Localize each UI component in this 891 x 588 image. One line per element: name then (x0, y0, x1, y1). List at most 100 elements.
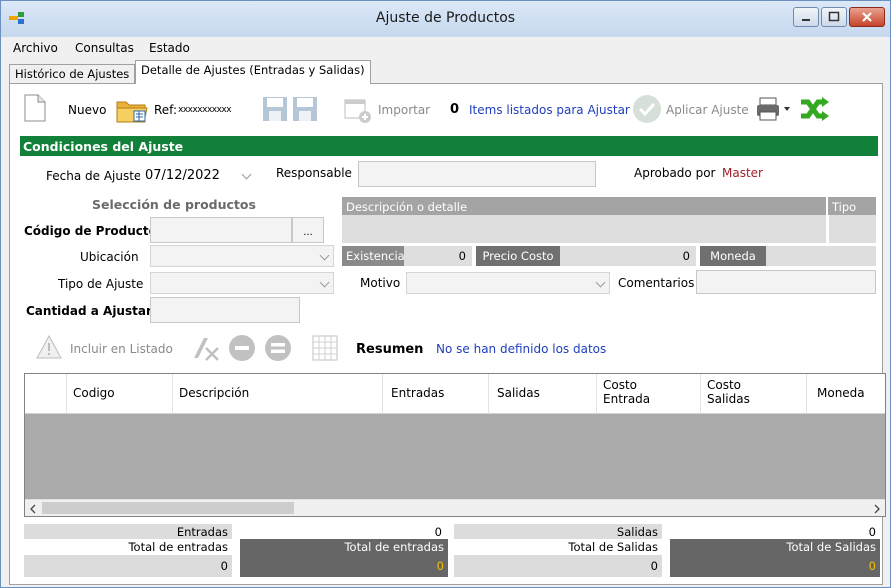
grid-row-header (25, 374, 67, 414)
col-salidas[interactable]: Salidas (489, 374, 597, 414)
total-salidas-value: 0 (454, 555, 662, 577)
seleccion-title: Selección de productos (92, 197, 256, 212)
col-costo-entrada[interactable]: Costo Entrada (597, 374, 701, 414)
ref-value: xxxxxxxxxxx (178, 105, 232, 115)
ubicacion-label: Ubicación (80, 250, 139, 264)
col-entradas-label: Entradas (391, 386, 445, 400)
menu-estado[interactable]: Estado (149, 41, 190, 55)
chevron-down-icon (319, 277, 330, 288)
total-salidas-label: Total de Salidas (568, 540, 658, 554)
comentarios-field[interactable] (696, 270, 876, 294)
toolbar-separator (438, 92, 439, 126)
cantidad-label: Cantidad a Ajustar (26, 304, 152, 318)
motivo-combo[interactable] (406, 272, 610, 294)
col-codigo[interactable]: Codigo (67, 374, 173, 414)
open-folder-icon[interactable] (116, 96, 148, 124)
window: Ajuste de Productos Archivo Consultas Es… (0, 0, 891, 588)
salidas-value: 0 (868, 525, 876, 539)
col-costo-entrada-label: Costo Entrada (603, 378, 651, 406)
aplicar-ajuste-button[interactable]: Aplicar Ajuste (666, 103, 749, 117)
col-moneda[interactable]: Moneda (807, 374, 885, 414)
descripcion-field (342, 215, 826, 243)
items-count: 0 (450, 102, 460, 117)
col-codigo-label: Codigo (73, 386, 115, 400)
col-entradas[interactable]: Entradas (383, 374, 489, 414)
import-icon[interactable] (344, 96, 372, 124)
menu-archivo[interactable]: Archivo (13, 41, 58, 55)
existencia-label: Existencia (342, 246, 405, 266)
incluir-listado-button[interactable]: Incluir en Listado (70, 342, 173, 356)
apply-check-icon[interactable] (632, 94, 662, 124)
tipo-ajuste-label: Tipo de Ajuste (58, 277, 144, 291)
horizontal-scrollbar[interactable] (25, 499, 885, 516)
tab-strip: Histórico de Ajustes Detalle de Ajustes … (1, 59, 890, 84)
toolbar-separator (346, 332, 347, 362)
col-descripcion-label: Descripción (179, 386, 250, 400)
tipo-ajuste-combo[interactable] (150, 272, 334, 294)
remove-circle-icon[interactable] (228, 334, 256, 362)
col-moneda-label: Moneda (817, 386, 865, 400)
col-descripcion[interactable]: Descripción (173, 374, 383, 414)
codigo-label: Código de Producto (24, 224, 157, 238)
total-entradas-label: Total de entradas (128, 540, 228, 554)
descripcion-header: Descripción o detalle (342, 197, 826, 215)
chevron-down-icon (319, 250, 330, 261)
save-icon[interactable] (262, 96, 288, 122)
scroll-right-icon[interactable] (873, 504, 881, 514)
fecha-picker[interactable]: 07/12/2022 (140, 163, 256, 187)
grid-header: Codigo Descripción Entradas Salidas Cost… (25, 374, 885, 414)
total-salidas-dark-value: 0 (670, 555, 880, 577)
chevron-down-icon (241, 169, 252, 180)
moneda-value (766, 246, 876, 266)
maximize-button[interactable] (821, 7, 847, 27)
responsable-field[interactable] (358, 161, 596, 187)
equal-circle-icon[interactable] (264, 334, 292, 362)
scroll-left-icon[interactable] (29, 504, 37, 514)
window-title: Ajuste de Productos (375, 10, 516, 26)
browse-button[interactable]: ... (292, 217, 324, 243)
nuevo-button[interactable]: Nuevo (68, 103, 106, 117)
shuffle-icon[interactable] (800, 96, 830, 122)
ubicacion-combo[interactable] (150, 245, 334, 267)
moneda-label: Moneda (700, 246, 766, 266)
scrollbar-thumb[interactable] (42, 502, 294, 514)
close-button[interactable] (849, 7, 885, 27)
minimize-button[interactable] (793, 7, 819, 27)
save-as-icon[interactable] (292, 96, 318, 122)
responsable-label: Responsable (276, 166, 352, 180)
precio-costo-label: Precio Costo (476, 246, 560, 266)
importar-button[interactable]: Importar (378, 103, 430, 117)
cantidad-field[interactable] (150, 297, 300, 323)
printer-icon[interactable] (756, 97, 794, 121)
new-document-icon[interactable] (24, 94, 46, 122)
toolbar-separator (302, 332, 303, 362)
total-salidas-dark-label: Total de Salidas (670, 539, 880, 555)
precio-costo-value: 0 (560, 246, 696, 266)
adjustments-grid[interactable]: Codigo Descripción Entradas Salidas Cost… (24, 373, 886, 517)
clear-format-icon[interactable] (190, 334, 222, 362)
grid-table-icon[interactable] (312, 335, 338, 361)
entradas-label: Entradas (24, 524, 232, 539)
tipo-field (828, 215, 876, 243)
toolbar-separator (624, 92, 625, 126)
toolbar-separator (108, 92, 109, 126)
conditions-header: Condiciones del Ajuste (20, 136, 878, 156)
resumen-label: Resumen (356, 342, 424, 357)
codigo-field[interactable] (150, 217, 292, 243)
entradas-value: 0 (434, 525, 442, 539)
salidas-label: Salidas (454, 524, 662, 539)
tab-detalle[interactable]: Detalle de Ajustes (Entradas y Salidas) (135, 60, 371, 84)
tab-historico[interactable]: Histórico de Ajustes (9, 64, 136, 84)
existencia-value: 0 (404, 246, 472, 266)
menu-consultas[interactable]: Consultas (75, 41, 134, 55)
col-costo-salidas[interactable]: Costo Salidas (701, 374, 807, 414)
resumen-text: No se han definido los datos (436, 342, 607, 356)
ref-label: Ref: (154, 103, 178, 117)
col-salidas-label: Salidas (497, 386, 540, 400)
main-toolbar: Nuevo Ref: xxxxxxxxxxx Importar 0 Items … (18, 88, 876, 130)
toolbar-separator (182, 332, 183, 362)
chevron-down-icon (595, 277, 606, 288)
toolbar-grip (22, 332, 23, 362)
menu-bar: Archivo Consultas Estado (1, 37, 890, 59)
motivo-label: Motivo (360, 276, 401, 290)
